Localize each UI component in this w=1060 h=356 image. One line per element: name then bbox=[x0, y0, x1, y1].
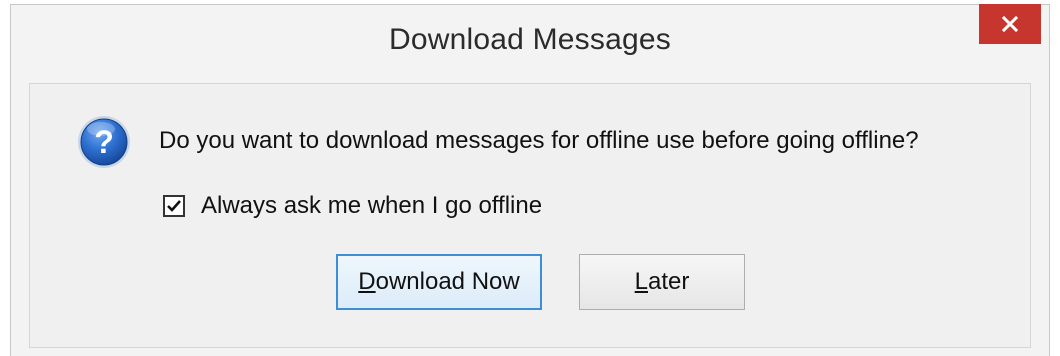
always-ask-checkbox[interactable] bbox=[163, 195, 185, 217]
download-now-label: ownload Now bbox=[375, 268, 520, 295]
later-button[interactable]: Later bbox=[579, 254, 745, 310]
close-button[interactable] bbox=[979, 4, 1041, 44]
dialog-message: Do you want to download messages for off… bbox=[159, 127, 919, 154]
download-now-mnemonic: D bbox=[358, 268, 376, 295]
later-label: ater bbox=[648, 268, 690, 295]
window-title: Download Messages bbox=[389, 23, 671, 56]
close-icon bbox=[1001, 15, 1019, 33]
question-icon: ? bbox=[78, 116, 130, 168]
download-messages-dialog: Download Messages ? Do you want to downl… bbox=[10, 4, 1050, 356]
title-bar[interactable]: Download Messages bbox=[11, 4, 1049, 81]
checkmark-icon bbox=[167, 200, 181, 212]
later-mnemonic: L bbox=[634, 268, 648, 295]
svg-text:?: ? bbox=[94, 124, 114, 160]
download-now-button[interactable]: Download Now bbox=[336, 254, 542, 310]
always-ask-label: Always ask me when I go offline bbox=[201, 192, 543, 219]
always-ask-checkbox-row[interactable]: Always ask me when I go offline bbox=[163, 192, 542, 220]
dialog-content: ? Do you want to download messages for o… bbox=[29, 83, 1031, 348]
